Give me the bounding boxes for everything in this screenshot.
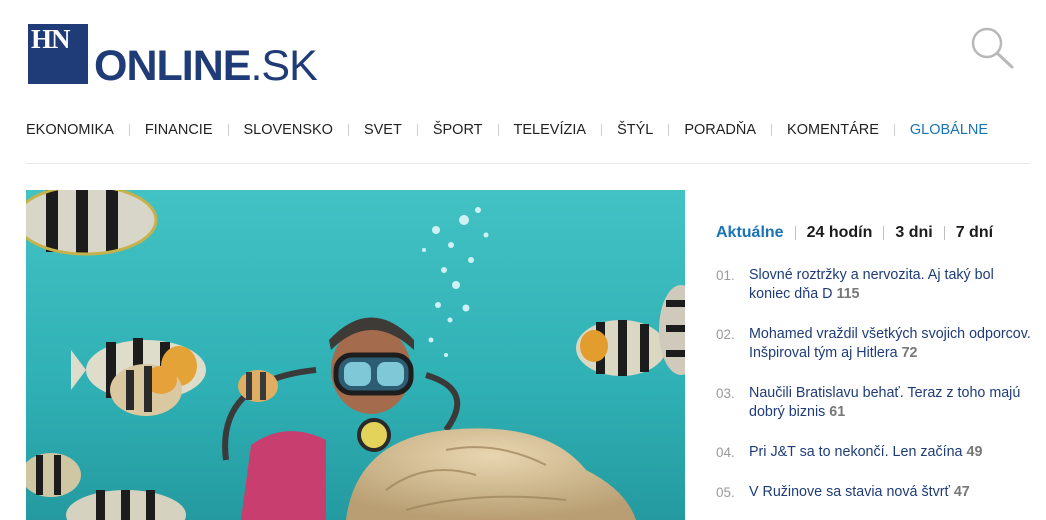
list-item[interactable]: 01. Slovné roztržky a nervozita. Aj taký… [716, 266, 1036, 304]
nav-item-financie[interactable]: FINANCIE [145, 122, 213, 138]
nav-item-globalne[interactable]: GLOBÁLNE [910, 122, 988, 138]
underwater-diver-image [26, 190, 685, 520]
article-link[interactable]: Pri J&T sa to nekončí. Len začína 49 [749, 443, 982, 462]
tab-divider [794, 226, 796, 240]
article-link[interactable]: Mohamed vraždil všetkých svojich odporco… [749, 325, 1036, 363]
tab-divider [883, 226, 885, 240]
tab-3-dni[interactable]: 3 dni [895, 224, 932, 242]
tab-divider [943, 226, 945, 240]
nav-divider [416, 124, 418, 136]
nav-divider [497, 124, 499, 136]
article-comment-count: 115 [836, 286, 860, 302]
article-title: Slovné roztržky a nervozita. Aj taký bol… [749, 267, 994, 302]
site-logo[interactable]: HN ONLINE.SK [28, 22, 318, 88]
search-icon [971, 27, 1014, 69]
nav-divider [601, 124, 603, 136]
article-comment-count: 61 [829, 404, 846, 420]
logo-main-text: ONLINE [94, 42, 251, 90]
article-title: Pri J&T sa to nekončí. Len začína [749, 444, 963, 460]
tab-7-dni[interactable]: 7 dní [956, 224, 993, 242]
nav-item-styl[interactable]: ŠTÝL [617, 122, 653, 138]
nav-divider [771, 124, 773, 136]
popular-articles-list: 01. Slovné roztržky a nervozita. Aj taký… [716, 266, 1036, 520]
article-link[interactable]: Slovné roztržky a nervozita. Aj taký bol… [749, 266, 1036, 304]
list-item[interactable]: 03. Naučili Bratislavu behať. Teraz z to… [716, 384, 1036, 422]
article-comment-count: 49 [966, 444, 983, 460]
nav-item-komentare[interactable]: KOMENTÁRE [787, 122, 879, 138]
item-number: 04. [716, 445, 735, 460]
article-comment-count: 47 [953, 484, 970, 500]
nav-item-poradna[interactable]: PORADŇA [684, 122, 756, 138]
item-number: 02. [716, 327, 735, 342]
item-number: 05. [716, 485, 735, 500]
nav-divider [128, 124, 130, 136]
list-item[interactable]: 05. V Ružinove sa stavia nová štvrť 47 [716, 483, 1036, 502]
nav-item-ekonomika[interactable]: EKONOMIKA [26, 122, 114, 138]
popular-tabs: Aktuálne 24 hodín 3 dni 7 dní [716, 224, 993, 242]
nav-divider-line [26, 163, 1030, 164]
list-item[interactable]: 04. Pri J&T sa to nekončí. Len začína 49 [716, 443, 1036, 462]
nav-item-sport[interactable]: ŠPORT [433, 122, 483, 138]
nav-divider [893, 124, 895, 136]
article-title: Naučili Bratislavu behať. Teraz z toho m… [749, 385, 1021, 420]
tab-24-hodin[interactable]: 24 hodín [807, 224, 873, 242]
nav-item-slovensko[interactable]: SLOVENSKO [244, 122, 333, 138]
nav-divider [668, 124, 670, 136]
list-item[interactable]: 02. Mohamed vraždil všetkých svojich odp… [716, 325, 1036, 363]
item-number: 03. [716, 386, 735, 401]
nav-divider [227, 124, 229, 136]
nav-divider [347, 124, 349, 136]
nav-item-svet[interactable]: SVET [364, 122, 402, 138]
nav-item-televizia[interactable]: TELEVÍZIA [514, 122, 587, 138]
main-nav: EKONOMIKA FINANCIE SLOVENSKO SVET ŠPORT … [26, 118, 1030, 142]
article-link[interactable]: V Ružinove sa stavia nová štvrť 47 [749, 483, 970, 502]
logo-wordmark: ONLINE.SK [94, 42, 318, 90]
logo-suffix-text: .SK [250, 42, 317, 90]
tab-aktualne[interactable]: Aktuálne [716, 224, 784, 242]
item-number: 01. [716, 268, 735, 283]
article-title: V Ružinove sa stavia nová štvrť [749, 484, 950, 500]
article-title: Mohamed vraždil všetkých svojich odporco… [749, 326, 1031, 361]
search-button[interactable] [966, 24, 1018, 72]
hero-image[interactable] [26, 190, 685, 520]
article-comment-count: 72 [901, 345, 918, 361]
logo-mark: HN [28, 24, 88, 84]
article-link[interactable]: Naučili Bratislavu behať. Teraz z toho m… [749, 384, 1036, 422]
logo-mark-text: HN [31, 24, 70, 54]
